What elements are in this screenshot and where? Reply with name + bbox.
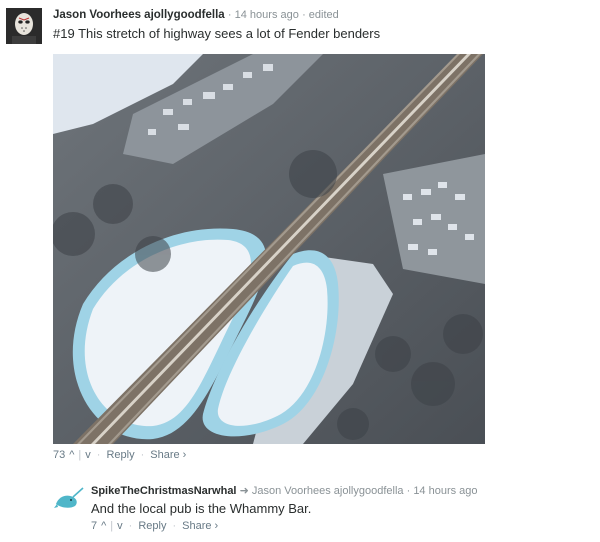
vote-count: 7 [91,520,98,532]
vote-count: 73 [53,449,66,461]
narwhal-avatar-icon [53,482,85,514]
vote-group: 7 ^ | v [91,520,123,532]
reply-button[interactable]: Reply [138,520,166,532]
share-label: Share [182,520,212,532]
comment-header: Jason Voorhees ajollygoodfella · 14 hour… [53,9,339,21]
divider: | [110,520,114,532]
share-label: Share [150,449,180,461]
timestamp[interactable]: 14 hours ago [413,485,477,497]
author-name[interactable]: SpikeTheChristmasNarwhal [91,485,237,497]
edited-label: edited [308,9,339,21]
downvote-icon[interactable]: v [85,449,91,461]
upvote-icon[interactable]: ^ [69,449,74,461]
divider: | [78,449,82,461]
chevron-right-icon: › [214,520,219,532]
reply-to-name[interactable]: Jason Voorhees ajollygoodfella [252,485,404,497]
hockey-mask-avatar-icon [6,8,42,44]
vote-group: 73 ^ | v [53,449,91,461]
comment-photo[interactable] [53,54,485,444]
avatar[interactable] [53,482,85,514]
reply-header: SpikeTheChristmasNarwhal ➜ Jason Voorhee… [91,485,478,497]
upvote-icon[interactable]: ^ [101,520,106,532]
aerial-highway-photo [53,54,485,444]
comment-text: #19 This stretch of highway sees a lot o… [53,26,381,41]
reply-footer: 7 ^ | v · Reply · Share › [91,520,219,532]
chevron-right-icon: › [182,449,187,461]
share-button[interactable]: Share › [182,520,218,532]
avatar[interactable] [6,8,42,44]
reply-button[interactable]: Reply [106,449,134,461]
reply-arrow-icon: ➜ [239,485,249,497]
downvote-icon[interactable]: v [117,520,123,532]
author-name[interactable]: Jason Voorhees ajollygoodfella [53,9,225,21]
timestamp[interactable]: 14 hours ago [235,9,299,21]
comment-footer: 73 ^ | v · Reply · Share › [53,449,187,461]
share-button[interactable]: Share › [150,449,186,461]
reply-text: And the local pub is the Whammy Bar. [91,501,312,516]
